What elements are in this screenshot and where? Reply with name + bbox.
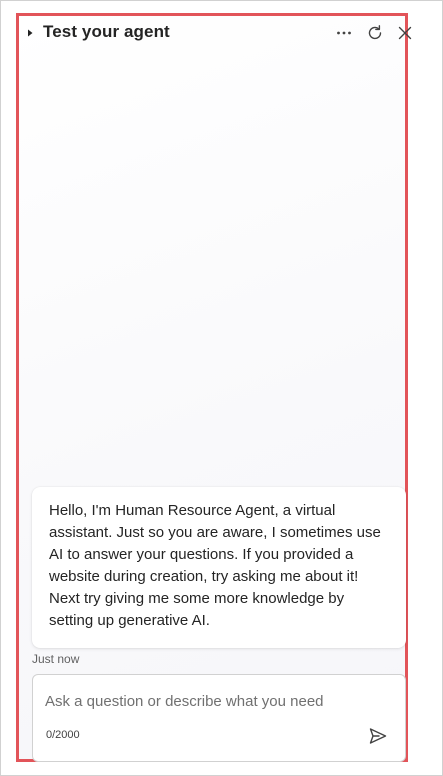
refresh-button[interactable] — [364, 22, 386, 44]
message-input[interactable] — [45, 689, 385, 713]
more-options-button[interactable] — [333, 22, 355, 44]
close-button[interactable] — [394, 22, 416, 44]
close-icon — [398, 26, 412, 40]
bot-message-text: Hello, I'm Human Resource Agent, a virtu… — [49, 502, 381, 629]
message-composer: 0/2000 — [32, 674, 406, 762]
refresh-icon — [368, 25, 382, 40]
bot-message-bubble: Hello, I'm Human Resource Agent, a virtu… — [32, 487, 406, 648]
send-button[interactable] — [366, 724, 390, 748]
send-icon — [369, 728, 387, 744]
triangle-right-icon[interactable] — [25, 26, 35, 38]
test-agent-panel: Test your agent Hello, I'm Human Resourc… — [16, 13, 412, 762]
panel-header: Test your agent — [19, 16, 412, 52]
more-horizontal-icon — [337, 31, 351, 35]
character-count: 0/2000 — [46, 729, 80, 741]
panel-title: Test your agent — [43, 22, 170, 41]
message-timestamp: Just now — [32, 652, 80, 666]
